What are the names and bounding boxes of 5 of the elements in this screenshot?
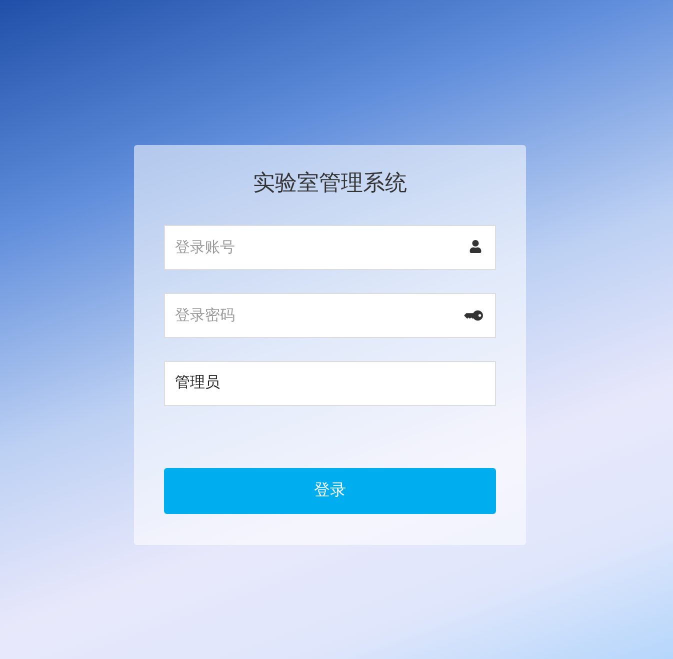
system-title: 实验室管理系统 bbox=[252, 169, 408, 197]
user-icon bbox=[469, 240, 482, 253]
input-field[interactable]: 登录账号 bbox=[164, 225, 496, 270]
role-field[interactable]: 管理员 bbox=[164, 361, 496, 406]
input-field[interactable]: 登录密码 bbox=[164, 293, 496, 338]
